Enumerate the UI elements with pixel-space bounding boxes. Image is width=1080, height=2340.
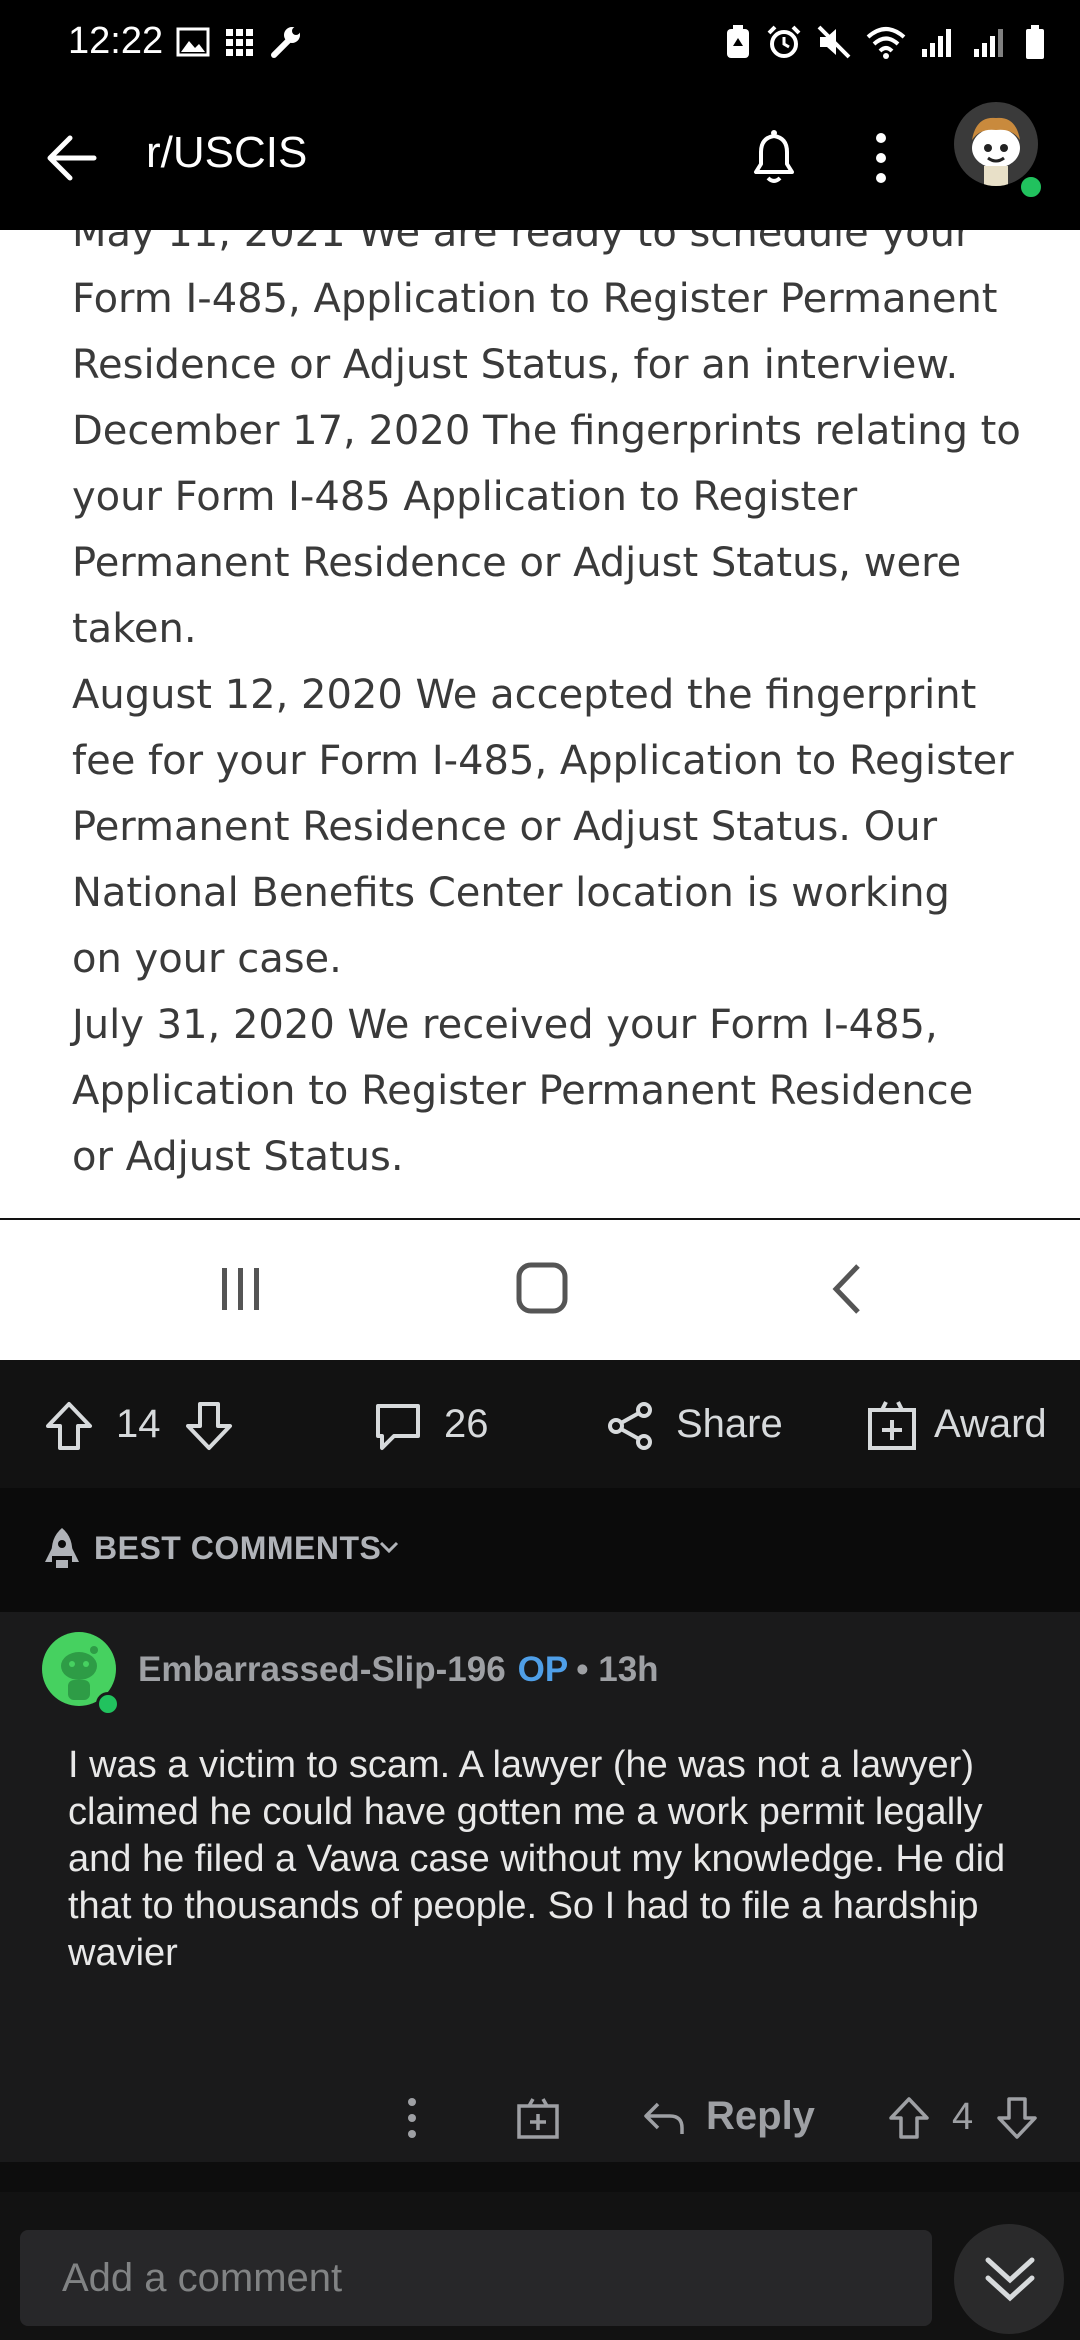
collapse-comments-button[interactable] [954,2224,1064,2334]
award-icon[interactable] [866,1398,918,1452]
image-text-line: May 11, 2021 We are ready to schedule yo… [72,230,972,256]
alarm-icon [767,25,801,58]
image-text-line: on your case. [72,936,342,982]
comment-composer-bar [0,2200,1080,2340]
app-header: r/USCIS [0,90,1080,230]
comment-award-icon[interactable] [516,2096,560,2140]
snoo-avatar-icon [972,117,1020,186]
post-image-text-area: May 11, 2021 We are ready to schedule yo… [0,230,1080,1218]
status-bar: 12:22 [0,0,1080,90]
more-options-icon[interactable] [866,130,896,186]
image-text-line: Permanent Residence or Adjust Status, we… [72,540,962,586]
subreddit-title[interactable]: r/USCIS [146,128,307,178]
comment-bubble-icon[interactable] [372,1400,424,1452]
wifi-icon [866,27,906,59]
image-text-line: Application to Register Permanent Reside… [72,1068,974,1114]
share-button[interactable]: Share [676,1402,783,1447]
double-chevron-down-icon [985,2257,1035,2302]
op-badge: OP [517,1650,569,1689]
captured-nav-bar [0,1220,1080,1360]
comment-separator [0,2162,1080,2192]
comment-upvote-icon[interactable] [888,2096,930,2140]
back-arrow-icon[interactable] [44,130,100,186]
image-text-line: August 12, 2020 We accepted the fingerpr… [72,672,977,718]
comment-card: Embarrassed-Slip-196 OP • 13h I was a vict… [0,1612,1080,2162]
image-text-line: December 17, 2020 The fingerprints relat… [72,408,1021,454]
status-left-icons [176,22,302,62]
award-button[interactable]: Award [934,1402,1047,1447]
add-comment-input[interactable] [20,2230,932,2326]
battery-icon [1026,25,1044,59]
post-image[interactable]: May 11, 2021 We are ready to schedule yo… [0,230,1080,1218]
image-text-line: Permanent Residence or Adjust Status. Ou… [72,804,938,850]
comment-action-bar: Reply 4 [0,2082,1080,2162]
upvote-icon[interactable] [44,1400,94,1452]
comment-body: I was a victim to scam. A lawyer (he was… [68,1744,1006,1974]
battery-saver-icon [727,25,749,58]
sort-label[interactable]: BEST COMMENTS [94,1530,381,1567]
signal-icon [922,29,951,57]
back-nav-icon [832,1264,860,1314]
image-text-line: Form I-485, Application to Register Perm… [72,276,998,322]
share-icon[interactable] [604,1400,656,1452]
gallery-icon [176,27,210,57]
wrench-icon [271,27,300,58]
rocket-icon [45,1528,79,1568]
online-status-dot [1018,174,1044,200]
comment-downvote-icon[interactable] [996,2096,1038,2140]
user-avatar[interactable] [954,102,1038,186]
comment-timestamp: • 13h [576,1650,659,1689]
commenter-online-dot [96,1692,120,1716]
comment-header: Embarrassed-Slip-196 OP • 13h [138,1650,659,1690]
mute-icon [817,25,851,59]
signal-2-icon [974,29,1003,57]
image-text-line: or Adjust Status. [72,1134,404,1180]
post-image-text: May 11, 2021 We are ready to schedule yo… [72,230,1032,1190]
comment-username[interactable]: Embarrassed-Slip-196 [138,1650,506,1689]
reply-icon[interactable] [642,2098,686,2138]
comment-vote-count: 4 [952,2096,974,2138]
image-text-line: Residence or Adjust Status, for an inter… [72,342,959,388]
chevron-down-icon[interactable] [378,1540,400,1554]
comment-count[interactable]: 26 [444,1402,489,1447]
comment-more-icon[interactable] [400,2096,424,2140]
downvote-icon[interactable] [184,1400,234,1452]
image-text-line: your Form I-485 Application to Register [72,474,858,520]
post-action-bar: 14 26 Share Award [0,1360,1080,1488]
image-text-line: taken. [72,606,197,652]
reply-button[interactable]: Reply [706,2094,815,2139]
grid-apps-icon [226,29,253,56]
status-time: 12:22 [68,20,164,62]
comment-sort-bar[interactable]: BEST COMMENTS [0,1488,1080,1612]
image-text-line: July 31, 2020 We received your Form I-48… [72,1002,938,1048]
post-vote-count: 14 [116,1402,161,1446]
home-icon [516,1262,568,1314]
image-text-line: fee for your Form I-485, Application to … [72,738,1014,784]
recents-icon [222,1268,259,1310]
image-text-line: National Benefits Center location is wor… [72,870,950,916]
bell-icon[interactable] [746,128,802,188]
status-right-icons [724,20,1046,64]
